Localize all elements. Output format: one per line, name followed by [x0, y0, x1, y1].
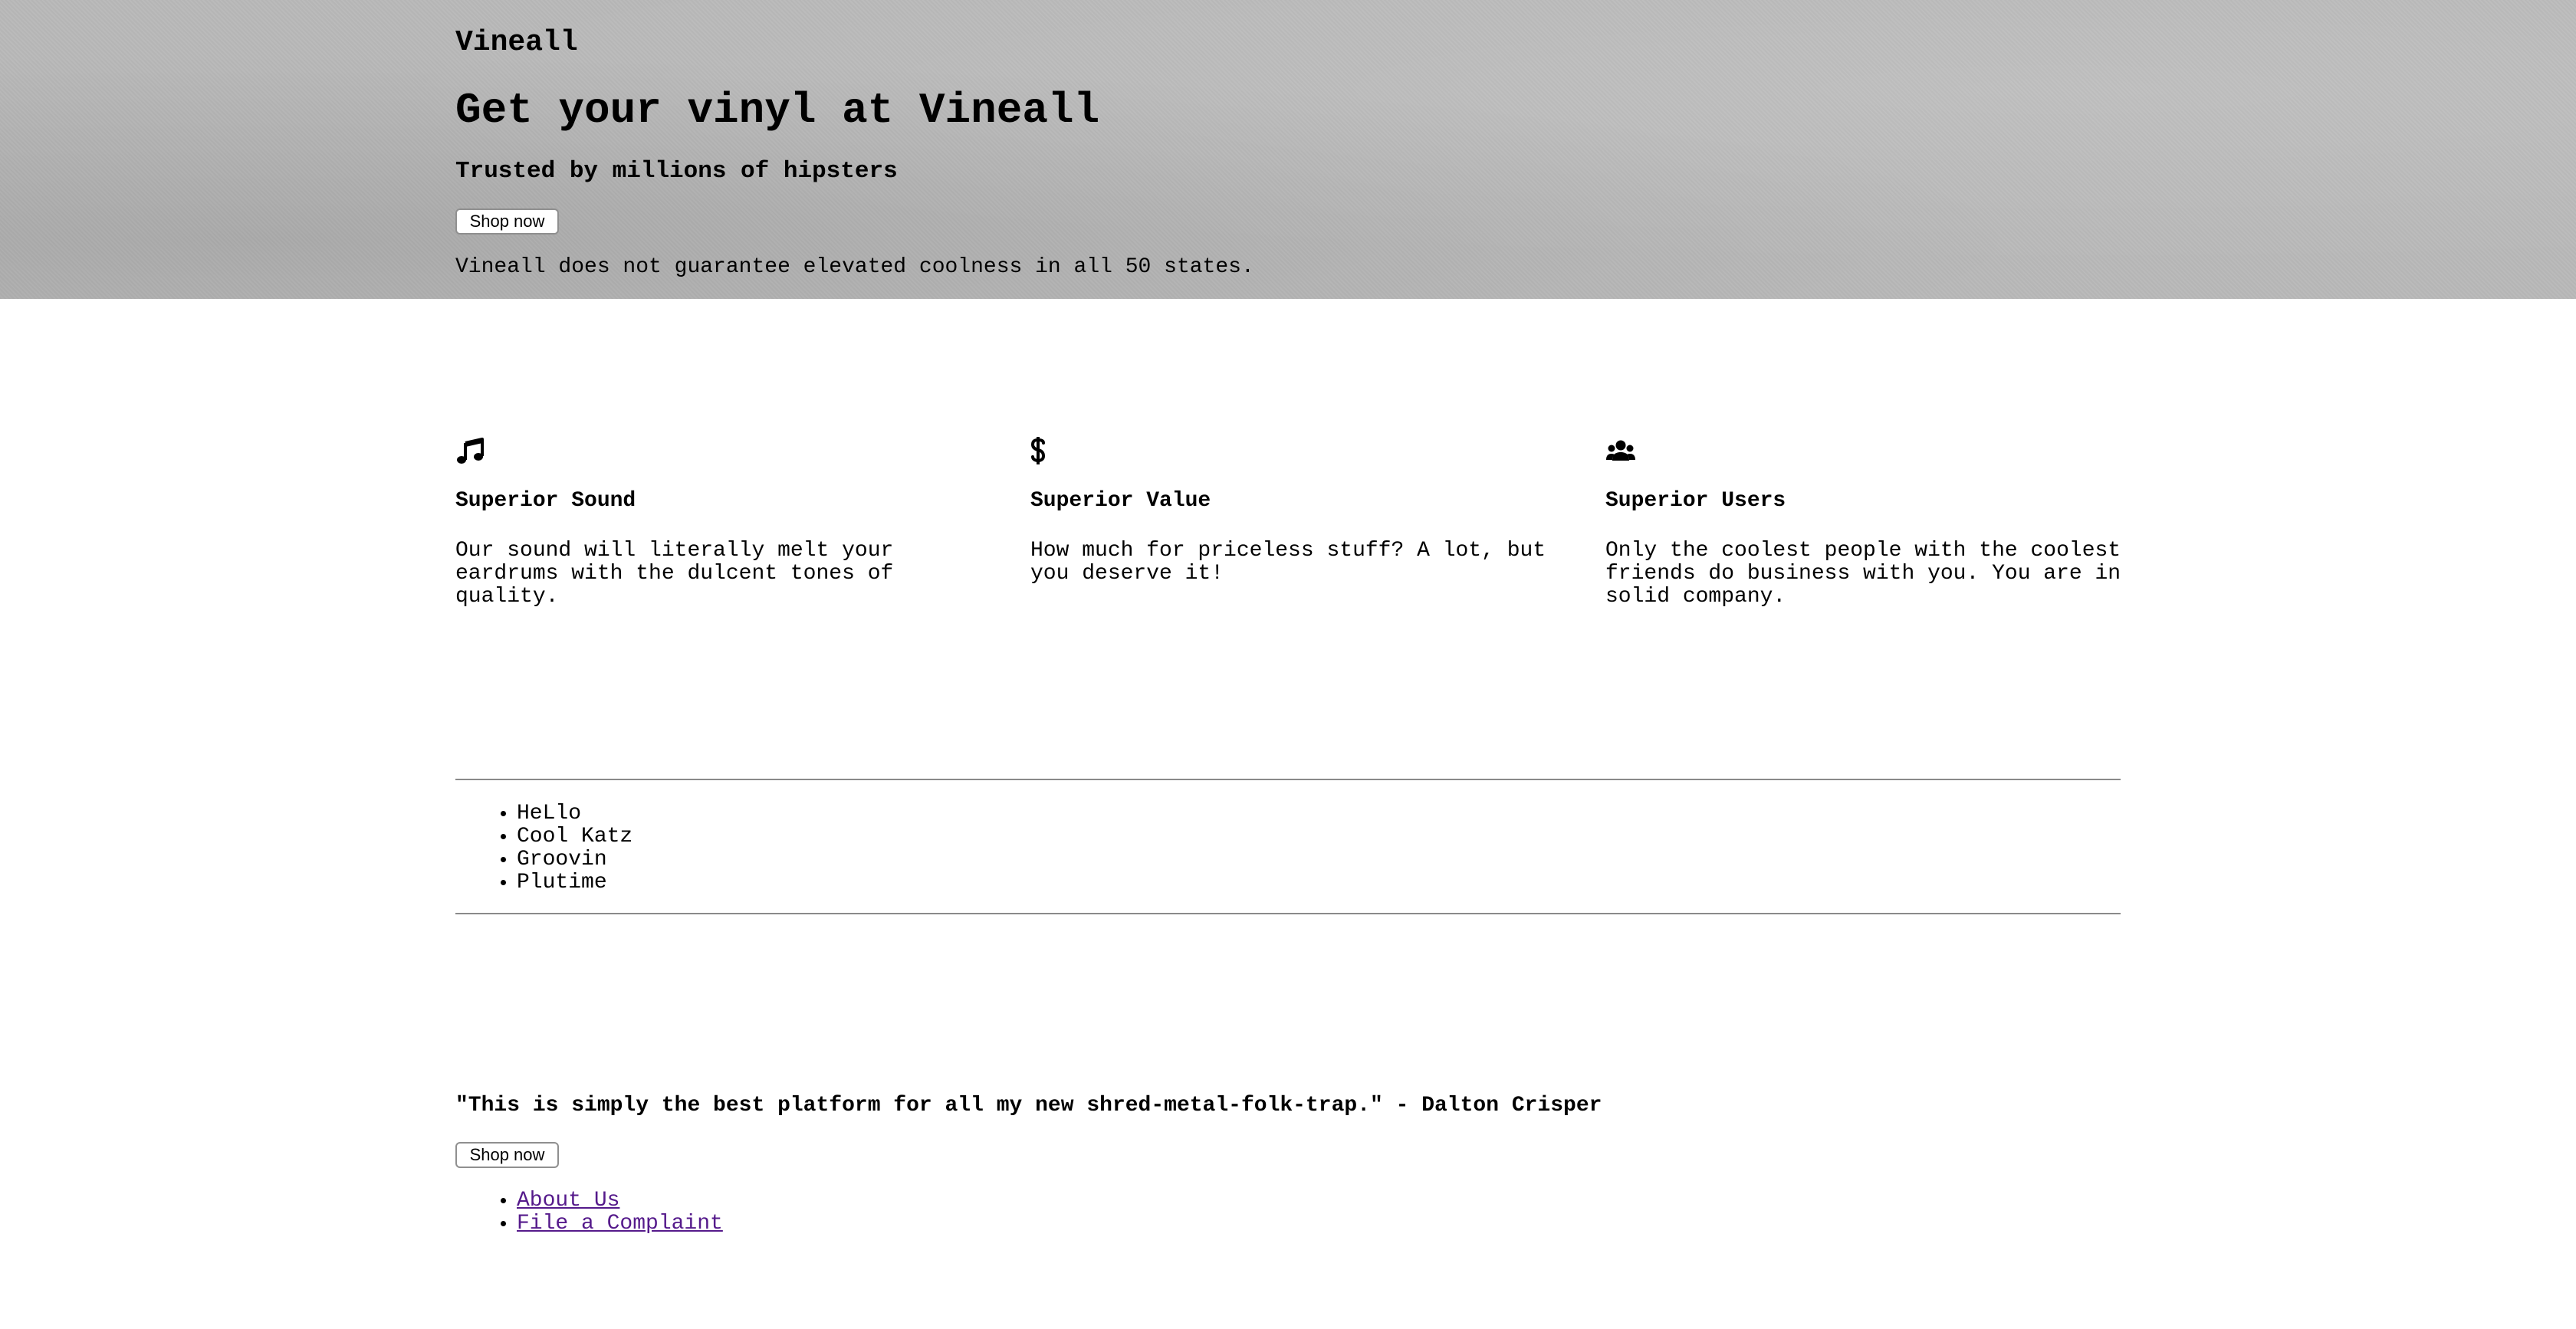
divider-bottom — [455, 913, 2121, 914]
feature-value: Superior Value How much for priceless st… — [1030, 435, 1567, 586]
hero-header: Vineall Get your vinyl at Vineall Truste… — [0, 0, 2576, 299]
feature-title: Superior Users — [1605, 489, 1786, 513]
feature-title: Superior Sound — [455, 489, 636, 513]
feature-title: Superior Value — [1030, 489, 1211, 513]
dollar-sign-icon — [1030, 437, 1046, 464]
nav-item-groovin: Groovin — [517, 848, 632, 871]
nav-item-hello: HeLlo — [517, 802, 632, 825]
footer-links: About Us File a Complaint — [455, 1190, 723, 1235]
feature-text: How much for priceless stuff? A lot, but… — [1030, 539, 1546, 586]
footer-item: File a Complaint — [517, 1213, 723, 1235]
feature-text: Our sound will literally melt your eardr… — [455, 539, 894, 609]
testimonial-quote: "This is simply the best platform for al… — [455, 1094, 1602, 1117]
disclaimer-text: Vineall does not guarantee elevated cool… — [455, 255, 1254, 279]
divider-top — [455, 779, 2121, 780]
brand-logo: Vineall — [455, 26, 578, 59]
footer-item: About Us — [517, 1190, 723, 1213]
hero-subtitle: Trusted by millions of hipsters — [455, 158, 898, 185]
file-complaint-link[interactable]: File a Complaint — [517, 1212, 723, 1235]
nav-item-cool-katz: Cool Katz — [517, 825, 632, 848]
users-icon — [1606, 440, 1635, 461]
hero-title: Get your vinyl at Vineall — [455, 86, 1100, 135]
shop-now-button[interactable]: Shop now — [455, 208, 559, 235]
shop-now-button-bottom[interactable]: Shop now — [455, 1142, 559, 1168]
feature-sound: Superior Sound Our sound will literally … — [455, 435, 992, 609]
music-note-icon — [457, 438, 484, 464]
nav-list: HeLlo Cool Katz Groovin Plutime — [455, 802, 632, 894]
nav-item-plutime: Plutime — [517, 871, 632, 894]
feature-users: Superior Users Only the coolest people w… — [1605, 435, 2142, 609]
about-us-link[interactable]: About Us — [517, 1189, 619, 1213]
feature-text: Only the coolest people with the coolest… — [1605, 539, 2121, 609]
